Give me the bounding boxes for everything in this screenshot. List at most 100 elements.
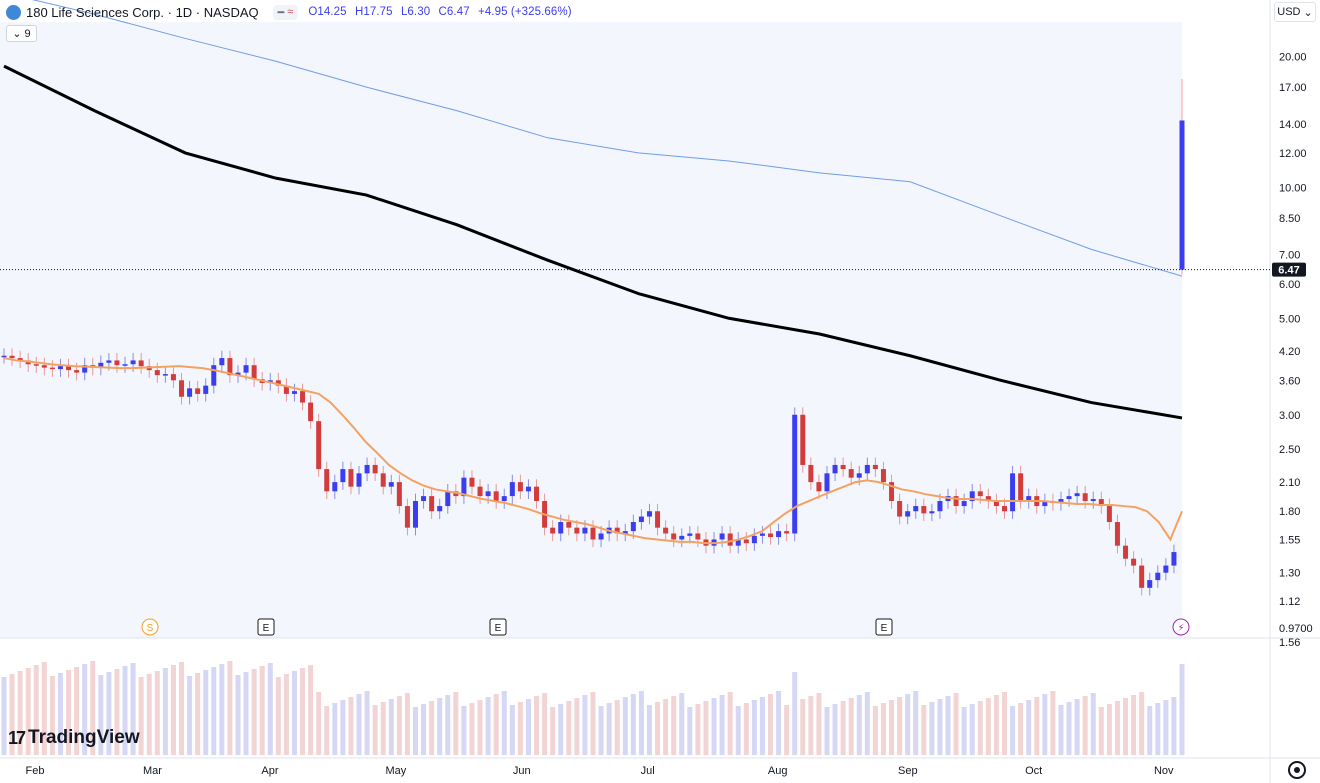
- volume-bar: [445, 695, 451, 755]
- indicators-toggle-button[interactable]: ⌄ 9: [6, 25, 37, 42]
- volume-bar: [348, 697, 354, 755]
- volume-bar: [590, 692, 596, 755]
- price-tick-label: 3.00: [1279, 410, 1300, 422]
- candle-body: [671, 533, 677, 540]
- candle-body: [251, 365, 257, 380]
- candle-body: [534, 486, 540, 502]
- candle-body: [768, 533, 774, 538]
- volume-bar: [1034, 697, 1040, 755]
- wave-icon[interactable]: ≈: [287, 6, 293, 19]
- candle-body: [1139, 565, 1145, 588]
- symbol-header[interactable]: 180 Life Sciences Corp. · 1D · NASDAQ ━ …: [6, 2, 577, 22]
- candle-body: [872, 464, 878, 470]
- volume-bar: [671, 696, 677, 755]
- candle-body: [308, 402, 314, 422]
- candle-body: [937, 501, 943, 512]
- candle-body: [154, 370, 160, 376]
- volume-bar: [622, 697, 628, 755]
- volume-bar: [719, 695, 725, 755]
- volume-bar: [880, 703, 886, 755]
- volume-bar: [509, 705, 515, 755]
- candle-body: [1179, 120, 1185, 270]
- candle-body: [743, 539, 749, 544]
- volume-bar: [412, 707, 418, 755]
- volume-bar: [146, 674, 152, 755]
- candle-body: [1147, 580, 1153, 588]
- volume-bar: [267, 663, 273, 755]
- candle-body: [1, 355, 7, 358]
- volume-bar: [759, 697, 765, 755]
- candle-body: [49, 367, 55, 370]
- volume-bar: [170, 665, 176, 755]
- volume-bar: [1026, 700, 1032, 755]
- candle-body: [57, 366, 63, 370]
- price-tick-label: 4.20: [1279, 346, 1300, 358]
- candle-body: [816, 482, 822, 492]
- volume-bar: [542, 693, 548, 755]
- candle-body: [800, 414, 806, 465]
- candle-body: [590, 527, 596, 540]
- price-tick-label: 2.10: [1279, 477, 1300, 489]
- candle-body: [566, 522, 572, 528]
- time-axis-label: Apr: [261, 765, 278, 777]
- volume-bar: [179, 662, 185, 755]
- volume-bar: [743, 703, 749, 755]
- earnings-marker-label: E: [495, 623, 502, 634]
- candle-body: [824, 473, 830, 492]
- volume-bar: [792, 672, 798, 755]
- tradingview-logo[interactable]: 17 TradingView: [8, 727, 140, 749]
- volume-bar: [203, 670, 209, 755]
- time-axis-label: Feb: [26, 765, 45, 777]
- candle-body: [138, 360, 144, 367]
- volume-bar: [598, 706, 604, 755]
- chart-type-buttons[interactable]: ━ ≈: [272, 4, 299, 20]
- volume-bar: [1155, 703, 1161, 755]
- volume-bar: [364, 691, 370, 755]
- candle-body: [864, 464, 870, 474]
- volume-bar: [889, 700, 895, 755]
- price-tick-label: 3.60: [1279, 375, 1300, 387]
- time-axis-label: Nov: [1154, 765, 1174, 777]
- volume-bar: [824, 707, 830, 755]
- minus-icon[interactable]: ━: [278, 6, 285, 19]
- volume-bar: [1171, 697, 1177, 755]
- volume-bar: [324, 706, 330, 755]
- time-axis-label: Oct: [1025, 765, 1042, 777]
- tradingview-mark-icon: 17: [8, 727, 26, 748]
- volume-bar: [1, 677, 7, 755]
- price-chart[interactable]: 6.47 20.00 17.00 14.00 12.00 10.00 8.50 7.00 6.0…: [0, 0, 1320, 783]
- ohlc-change: +4.95 (+325.66%): [478, 6, 572, 18]
- currency-label: USD: [1277, 6, 1301, 18]
- volume-bar: [1090, 693, 1096, 755]
- candle-body: [663, 527, 669, 534]
- candle-body: [421, 496, 427, 502]
- candle-body: [1171, 552, 1177, 566]
- volume-bar: [275, 677, 281, 755]
- candle-body: [517, 482, 523, 492]
- candle-body: [348, 469, 354, 487]
- currency-button[interactable]: USD ⌄: [1274, 2, 1316, 22]
- candle-body: [1123, 545, 1129, 559]
- price-tick-label: 14.00: [1279, 119, 1307, 131]
- news-marker-label: ⚡: [1177, 623, 1184, 634]
- chevron-down-icon: ⌄: [12, 28, 22, 40]
- time-axis-label: Jun: [513, 765, 531, 777]
- volume-bar: [461, 706, 467, 755]
- candle-body: [404, 506, 410, 528]
- volume-bar: [574, 698, 580, 755]
- price-tick-label: 8.50: [1279, 213, 1300, 225]
- volume-bar: [727, 692, 733, 755]
- candle-body: [751, 535, 757, 544]
- volume-bar: [1147, 706, 1153, 755]
- candle-body: [1082, 493, 1088, 502]
- candle-body: [808, 464, 814, 483]
- candle-body: [550, 527, 556, 534]
- candle-body: [525, 486, 531, 492]
- candle-body: [630, 522, 636, 532]
- candle-body: [9, 355, 15, 359]
- candle-body: [106, 360, 112, 363]
- settings-gear-icon[interactable]: [1288, 761, 1306, 779]
- volume-bar: [977, 701, 983, 755]
- candle-body: [429, 496, 435, 512]
- candle-body: [977, 491, 983, 497]
